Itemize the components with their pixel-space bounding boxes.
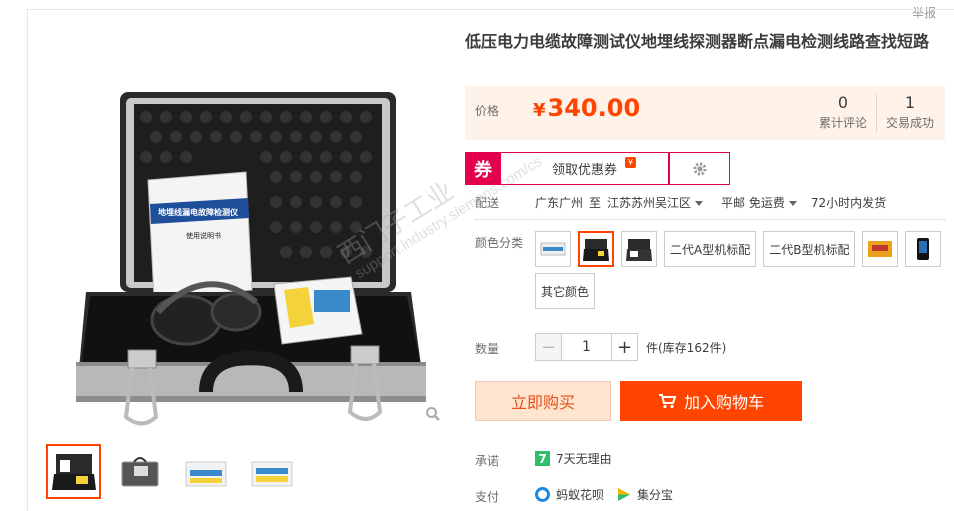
report-link[interactable]: 举报 bbox=[912, 4, 936, 21]
thumbnail-image bbox=[121, 456, 158, 486]
divider bbox=[27, 9, 954, 10]
transaction-count-num: 1 bbox=[904, 93, 916, 112]
main-product-image[interactable]: 地埋线漏电故障检测仪 使用说明书 bbox=[46, 62, 446, 432]
dispatch-time: 72小时内发货 bbox=[810, 196, 887, 210]
delivery-destination: 江苏苏州吴江区 bbox=[607, 196, 692, 210]
quantity-stepper: − 1 + 件(库存162件) bbox=[535, 333, 726, 361]
color-option[interactable] bbox=[621, 231, 657, 267]
buy-now-button[interactable]: 立即购买 bbox=[475, 381, 611, 421]
delivery-to-word: 至 bbox=[589, 196, 602, 210]
color-options: 二代A型机标配 二代B型机标配 其它颜色 bbox=[535, 231, 945, 309]
manual-title: 地埋线漏电故障检测仪 bbox=[158, 207, 239, 217]
quantity-increase-button[interactable]: + bbox=[611, 333, 638, 361]
add-to-cart-label: 加入购物车 bbox=[683, 393, 764, 412]
divider bbox=[27, 9, 28, 511]
transaction-count[interactable]: 1 交易成功 bbox=[880, 93, 940, 131]
thumbnail-image bbox=[251, 461, 292, 486]
chevron-down-icon bbox=[695, 201, 704, 206]
transaction-count-label: 交易成功 bbox=[885, 116, 934, 130]
thumbnail[interactable] bbox=[244, 444, 299, 499]
coupon-tag: 券 bbox=[465, 152, 501, 185]
payment-label: 支付 bbox=[475, 490, 500, 504]
seven-day-return-icon: 7 bbox=[535, 451, 550, 466]
cart-icon bbox=[658, 394, 676, 409]
color-option[interactable] bbox=[905, 231, 942, 267]
price-label: 价格 bbox=[475, 104, 500, 118]
review-count[interactable]: 0 累计评论 bbox=[813, 93, 873, 131]
delivery-label: 配送 bbox=[475, 196, 500, 210]
zoom-icon[interactable] bbox=[425, 406, 441, 422]
color-option-selected[interactable] bbox=[578, 231, 614, 267]
payment-method[interactable]: 蚂蚁花呗 bbox=[556, 486, 604, 503]
huabei-icon bbox=[535, 487, 550, 502]
color-option[interactable]: 二代B型机标配 bbox=[763, 231, 856, 267]
color-option-image bbox=[540, 242, 566, 256]
quantity-input[interactable]: 1 bbox=[562, 333, 611, 361]
price-panel: 价格 ¥340.00 0 累计评论 1 交易成功 bbox=[465, 86, 945, 140]
get-coupon-label: 领取优惠券 bbox=[551, 163, 617, 178]
jifenbao-icon bbox=[618, 488, 631, 501]
chevron-down-icon bbox=[788, 201, 797, 206]
price-value: ¥340.00 bbox=[533, 94, 640, 122]
color-option[interactable] bbox=[862, 231, 899, 267]
delivery-info: 广东广州 至 江苏苏州吴江区 平邮 免运费 72小时内发货 bbox=[535, 194, 886, 211]
quantity-decrease-button[interactable]: − bbox=[535, 333, 562, 361]
promise-text: 7天无理由 bbox=[556, 452, 612, 466]
thumbnail-image bbox=[51, 453, 96, 490]
promise-label: 承诺 bbox=[475, 454, 500, 468]
payment-methods: 蚂蚁花呗 集分宝 bbox=[535, 486, 673, 503]
stock-info: 件(库存162件) bbox=[646, 340, 727, 355]
color-option[interactable]: 其它颜色 bbox=[535, 273, 596, 309]
color-option[interactable] bbox=[535, 231, 571, 267]
quantity-label: 数量 bbox=[475, 342, 500, 356]
color-option-image bbox=[868, 241, 893, 257]
price-amount: 340.00 bbox=[547, 94, 641, 122]
currency-symbol: ¥ bbox=[533, 100, 546, 121]
color-option-image bbox=[626, 239, 652, 261]
add-to-cart-button[interactable]: 加入购物车 bbox=[620, 381, 802, 421]
payment-method[interactable]: 集分宝 bbox=[637, 486, 673, 503]
product-title: 低压电力电缆故障测试仪地埋线探测器断点漏电检测线路查找短路 bbox=[465, 32, 930, 51]
coupon-settings-button[interactable] bbox=[669, 152, 730, 185]
shipping-select[interactable]: 平邮 免运费 bbox=[721, 194, 797, 211]
gear-icon bbox=[693, 162, 706, 175]
color-option-image bbox=[583, 239, 609, 261]
get-coupon-button[interactable]: 领取优惠券 ¥ bbox=[501, 152, 669, 185]
thumbnail-image bbox=[185, 461, 226, 486]
promise-item[interactable]: 7 7天无理由 bbox=[535, 450, 612, 467]
color-label: 颜色分类 bbox=[475, 236, 524, 250]
thumbnail[interactable] bbox=[178, 444, 233, 499]
thumbnail[interactable] bbox=[112, 444, 167, 499]
color-option-image bbox=[917, 238, 930, 260]
divider bbox=[475, 219, 945, 220]
delivery-destination-select[interactable]: 江苏苏州吴江区 bbox=[607, 194, 704, 211]
coupon-badge: ¥ bbox=[625, 157, 636, 168]
thumbnail[interactable] bbox=[46, 444, 101, 499]
shipping-method: 平邮 免运费 bbox=[721, 196, 785, 210]
manual-subtitle: 使用说明书 bbox=[186, 231, 221, 240]
thumbnail-strip bbox=[46, 444, 299, 499]
divider bbox=[876, 94, 877, 132]
color-option[interactable]: 二代A型机标配 bbox=[664, 231, 757, 267]
delivery-from: 广东广州 bbox=[535, 196, 584, 210]
coupon-bar: 券 领取优惠券 ¥ bbox=[465, 152, 730, 185]
review-count-num: 0 bbox=[837, 93, 849, 112]
review-count-label: 累计评论 bbox=[818, 116, 867, 130]
